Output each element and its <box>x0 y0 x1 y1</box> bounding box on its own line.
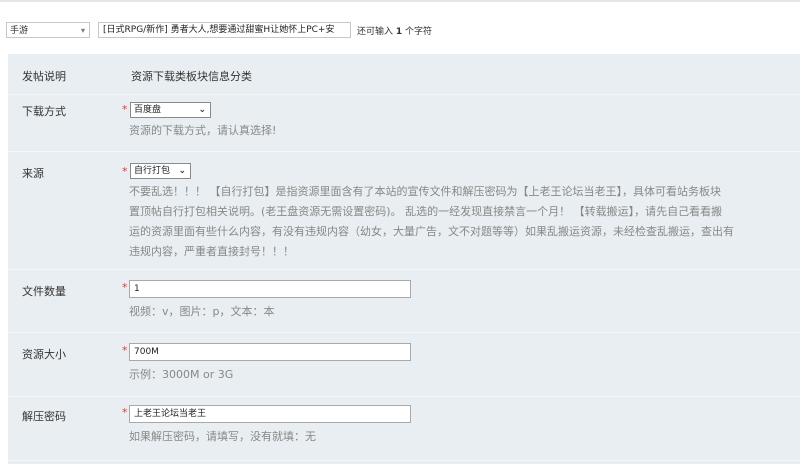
row-intro: 发帖说明 资源下载类板块信息分类 <box>8 54 800 95</box>
form-panel: 发帖说明 资源下载类板块信息分类 下载方式 * 百度盘 ⌄ 资源的下载方式，请认… <box>8 54 800 464</box>
required-mark: * <box>122 406 128 419</box>
required-mark: * <box>122 344 128 357</box>
char-remaining-prefix: 还可输入 <box>357 27 394 37</box>
file-count-label: 文件数量 <box>22 285 66 298</box>
post-header: 手游 ▾ [日式RPG/新作] 勇者大人,想要通过甜蜜H让她怀上PC+安 还可输… <box>0 0 800 46</box>
source-hint-line: 不要乱选！！！ 【自行打包】是指资源里面含有了本站的宣传文件和解压密码为【上老王… <box>129 185 721 198</box>
source-hint: 不要乱选！！！ 【自行打包】是指资源里面含有了本站的宣传文件和解压密码为【上老王… <box>129 182 734 262</box>
chevron-down-icon: ⌄ <box>178 166 186 176</box>
password-hint: 如果解压密码，请填写，没有就填：无 <box>129 430 316 443</box>
char-remaining-count: 1 <box>395 27 403 37</box>
download-label: 下载方式 <box>22 105 66 118</box>
char-remaining: 还可输入 1 个字符 <box>357 24 432 37</box>
size-hint: 示例：3000M or 3G <box>129 368 234 381</box>
row-file-count: 文件数量 * 1 视频：v，图片：p，文本：本 <box>8 269 800 333</box>
row-source: 来源 * 自行打包 ⌄ 不要乱选！！！ 【自行打包】是指资源里面含有了本站的宣传… <box>8 151 800 270</box>
category-select-value: 手游 <box>10 26 29 36</box>
source-hint-line: 违规内容，严重者直接封号！！！ <box>129 245 294 258</box>
category-select[interactable]: 手游 ▾ <box>6 22 90 38</box>
intro-value: 资源下载类板块信息分类 <box>131 70 252 83</box>
file-count-hint: 视频：v，图片：p，文本：本 <box>129 305 275 318</box>
title-input[interactable]: [日式RPG/新作] 勇者大人,想要通过甜蜜H让她怀上PC+安 <box>98 22 351 38</box>
required-mark: * <box>122 103 128 116</box>
download-method-select[interactable]: 百度盘 ⌄ <box>130 102 211 118</box>
source-select[interactable]: 自行打包 ⌄ <box>130 163 191 179</box>
size-label: 资源大小 <box>22 348 66 361</box>
divider <box>0 0 800 2</box>
row-password: 解压密码 * 上老王论坛当老王 如果解压密码，请填写，没有就填：无 <box>8 396 800 461</box>
row-size: 资源大小 * 700M 示例：3000M or 3G <box>8 332 800 397</box>
source-select-value: 自行打包 <box>134 166 171 176</box>
chevron-down-icon: ⌄ <box>198 105 206 115</box>
source-hint-line: 运的资源里面有些什么内容，有没有违规内容（幼女，大量广告，文不对题等等）如果乱搬… <box>129 225 734 238</box>
size-input[interactable]: 700M <box>129 343 411 361</box>
source-label: 来源 <box>22 167 44 180</box>
download-hint: 资源的下载方式，请认真选择! <box>129 124 277 137</box>
password-input[interactable]: 上老王论坛当老王 <box>129 405 411 423</box>
row-download: 下载方式 * 百度盘 ⌄ 资源的下载方式，请认真选择! <box>8 94 800 152</box>
chevron-down-icon: ▾ <box>80 26 85 35</box>
intro-label: 发帖说明 <box>22 70 66 83</box>
download-method-value: 百度盘 <box>134 105 162 115</box>
password-label: 解压密码 <box>22 410 66 423</box>
required-mark: * <box>122 281 128 294</box>
file-count-input[interactable]: 1 <box>129 280 411 298</box>
source-hint-line: 置顶帖自行打包相关说明。(老王盘资源无需设置密码)。 乱选的一经发现直接禁言一个… <box>129 205 723 218</box>
char-remaining-suffix: 个字符 <box>405 27 433 37</box>
required-mark: * <box>122 165 128 178</box>
